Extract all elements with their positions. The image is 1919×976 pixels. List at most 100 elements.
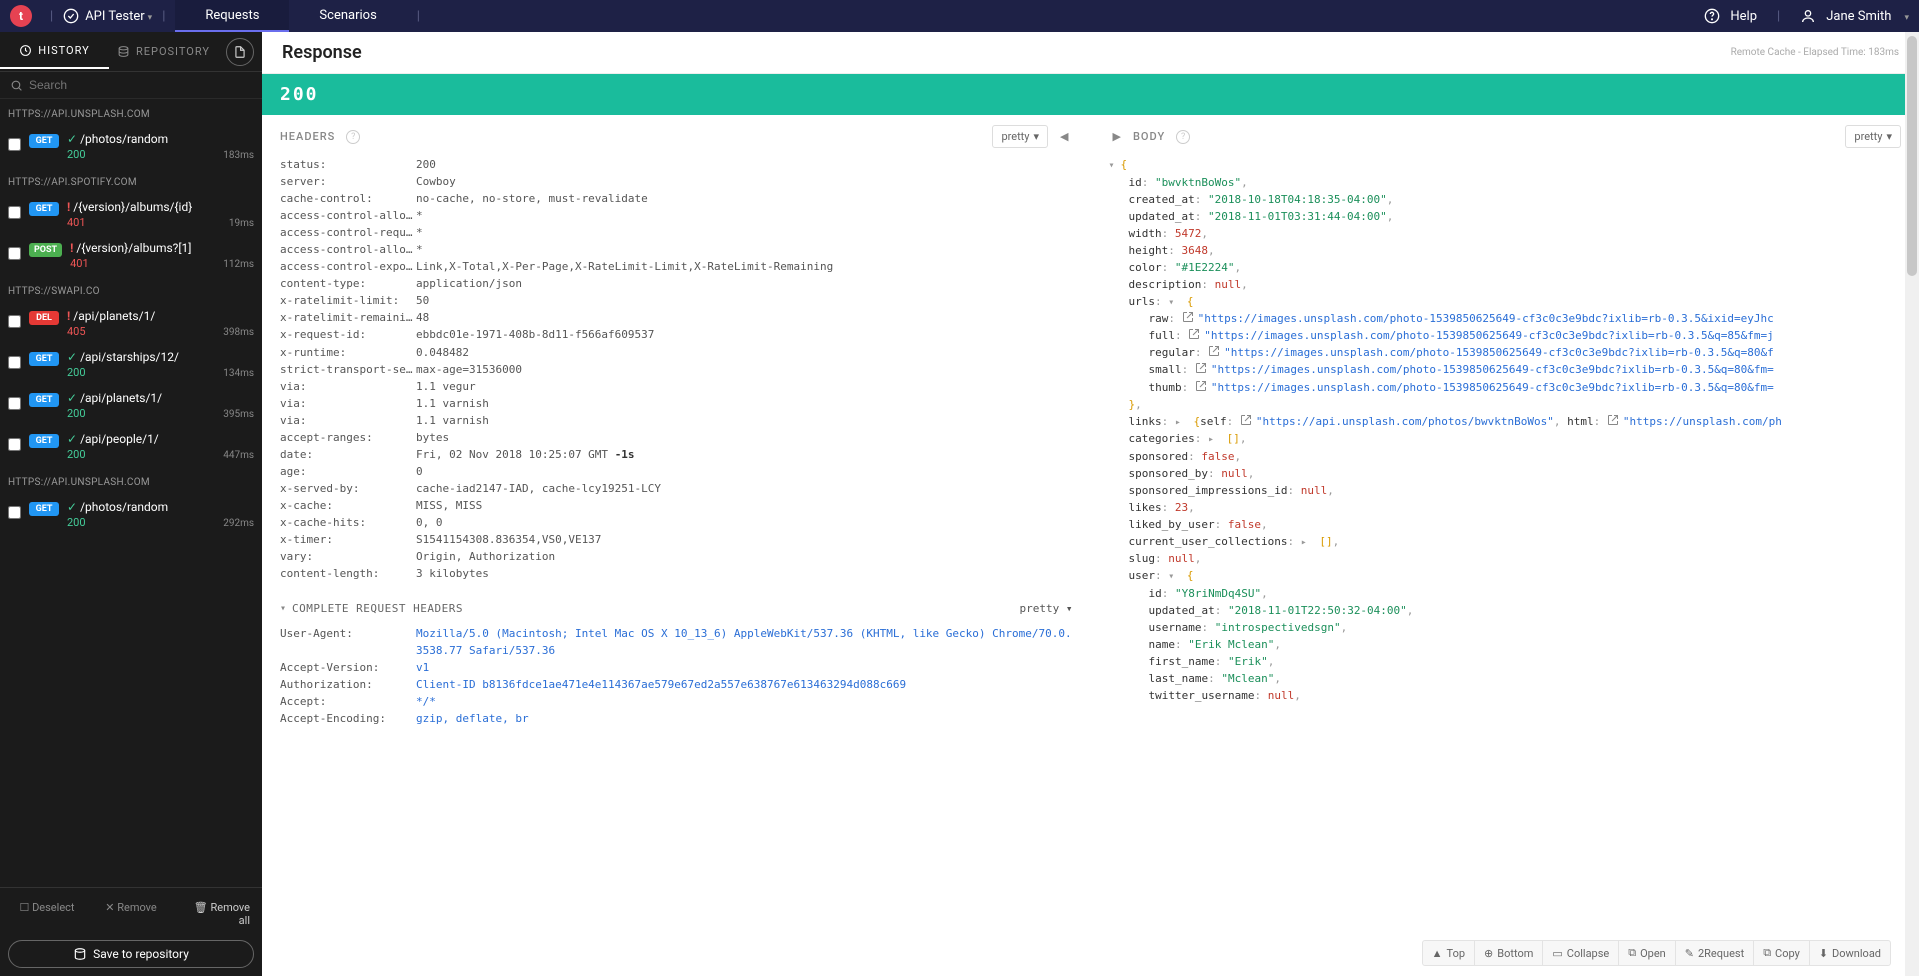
search-icon [10, 79, 23, 92]
external-link-icon[interactable] [1195, 362, 1207, 374]
history-time: 398ms [223, 327, 254, 338]
app-name[interactable]: API Tester [85, 9, 144, 24]
header-row: server:Cowboy [280, 173, 1073, 190]
history-group-title: HTTPS://API.UNSPLASH.COM [0, 99, 262, 126]
collapse-left-arrow[interactable]: ◀ [1056, 130, 1072, 143]
history-time: 292ms [223, 518, 254, 529]
history-path: ✓/api/people/1/ [67, 432, 254, 446]
header-row: accept-ranges:bytes [280, 429, 1073, 446]
save-to-repository-button[interactable]: Save to repository [8, 940, 254, 968]
history-item-checkbox[interactable] [8, 206, 21, 219]
method-badge: GET [29, 352, 59, 366]
history-time: 395ms [223, 409, 254, 420]
sidebar-tab-repository[interactable]: REPOSITORY [109, 35, 218, 68]
help-icon[interactable] [1704, 8, 1720, 24]
body-panel: ▶ BODY ? pretty ▾ ▾{ id: "bwvktnBoWos", … [1091, 115, 1919, 976]
external-link-icon[interactable] [1240, 414, 1252, 426]
open-button[interactable]: ⧉ Open [1619, 941, 1676, 965]
history-item[interactable]: GET ✓/photos/random 200 183ms [0, 126, 262, 167]
help-icon[interactable]: ? [1176, 130, 1190, 144]
history-item-checkbox[interactable] [8, 397, 21, 410]
search-input[interactable] [29, 78, 252, 92]
deselect-button[interactable]: ☐ Deselect [8, 896, 86, 932]
json-viewer[interactable]: ▾{ id: "bwvktnBoWos", created_at: "2018-… [1091, 156, 1919, 976]
header-row: via:1.1 vegur [280, 378, 1073, 395]
history-time: 134ms [223, 368, 254, 379]
history-path: !/api/planets/1/ [67, 309, 254, 323]
sidebar-tab-history[interactable]: HISTORY [0, 34, 109, 69]
scrollbar[interactable] [1905, 32, 1919, 976]
caret-down-icon[interactable]: ▾ [280, 601, 286, 617]
external-link-icon[interactable] [1607, 414, 1619, 426]
method-badge: GET [29, 202, 59, 216]
history-time: 447ms [223, 450, 254, 461]
external-link-icon[interactable] [1188, 328, 1200, 340]
collapse-right-arrow[interactable]: ▶ [1109, 130, 1125, 143]
header-row: cache-control:no-cache, no-store, must-r… [280, 190, 1073, 207]
search-bar[interactable] [0, 72, 262, 99]
history-item[interactable]: GET ✓/photos/random 200 292ms [0, 494, 262, 535]
history-item-checkbox[interactable] [8, 356, 21, 369]
history-item[interactable]: GET !/{version}/albums/{id} 401 19ms [0, 194, 262, 235]
header-row: status:200 [280, 156, 1073, 173]
content-area: Response Remote Cache - Elapsed Time: 18… [262, 32, 1919, 976]
history-item-checkbox[interactable] [8, 438, 21, 451]
header-row: x-cache-hits:0, 0 [280, 514, 1073, 531]
header-row: x-ratelimit-remaining:48 [280, 309, 1073, 326]
copy-button[interactable]: ⧉ Copy [1754, 941, 1810, 965]
tab-requests[interactable]: Requests [175, 0, 289, 32]
remove-button[interactable]: ✕ Remove [92, 896, 170, 932]
request-header-row: Accept:*/* [280, 693, 1073, 710]
history-list: HTTPS://API.UNSPLASH.COM GET ✓/photos/ra… [0, 99, 262, 887]
body-toolbar: ▲ Top ⊕ Bottom ▭ Collapse ⧉ Open ✎ 2Requ… [1422, 940, 1891, 966]
header-row: age:0 [280, 463, 1073, 480]
history-item[interactable]: GET ✓/api/people/1/ 200 447ms [0, 426, 262, 467]
headers-pretty-toggle[interactable]: pretty ▾ [992, 125, 1048, 148]
history-path: ✓/api/starships/12/ [67, 350, 254, 364]
history-item-checkbox[interactable] [8, 138, 21, 151]
history-time: 112ms [223, 259, 254, 270]
external-link-icon[interactable] [1195, 380, 1207, 392]
history-path: ✓/photos/random [67, 132, 254, 146]
header-row: access-control-expose-…Link,X-Total,X-Pe… [280, 258, 1073, 275]
history-item-checkbox[interactable] [8, 506, 21, 519]
external-link-icon[interactable] [1182, 311, 1194, 323]
download-button[interactable]: ⬇ Download [1810, 941, 1890, 965]
response-title: Response [282, 42, 362, 63]
sidebar: HISTORY REPOSITORY HTTPS://API.UNSPLASH.… [0, 32, 262, 976]
history-time: 19ms [229, 218, 254, 229]
collapse-button[interactable]: ▭ Collapse [1543, 941, 1619, 965]
tab-scenarios[interactable]: Scenarios [289, 0, 406, 32]
header-row: access-control-allow-h…* [280, 241, 1073, 258]
app-logo[interactable]: t [10, 5, 32, 27]
header-row: x-cache:MISS, MISS [280, 497, 1073, 514]
external-link-icon[interactable] [1208, 345, 1220, 357]
request-headers-pretty-toggle[interactable]: pretty ▾ [1020, 600, 1073, 617]
response-meta: Remote Cache - Elapsed Time: 183ms [1731, 47, 1899, 58]
history-item[interactable]: GET ✓/api/planets/1/ 200 395ms [0, 385, 262, 426]
remove-all-button[interactable]: 🗑 Remove all [176, 896, 254, 932]
history-path: ✓/api/planets/1/ [67, 391, 254, 405]
to-request-button[interactable]: ✎ 2Request [1676, 941, 1754, 965]
top-bar: t | API Tester | Requests Scenarios | He… [0, 0, 1919, 32]
method-badge: GET [29, 134, 59, 148]
method-badge: GET [29, 393, 59, 407]
body-pretty-toggle[interactable]: pretty ▾ [1845, 125, 1901, 148]
help-link[interactable]: Help [1730, 9, 1757, 24]
top-button[interactable]: ▲ Top [1423, 941, 1475, 965]
header-row: date:Fri, 02 Nov 2018 10:25:07 GMT -1s [280, 446, 1073, 463]
bottom-button[interactable]: ⊕ Bottom [1475, 941, 1543, 965]
help-icon[interactable]: ? [346, 130, 360, 144]
new-draft-button[interactable] [226, 38, 254, 66]
header-row: via:1.1 varnish [280, 412, 1073, 429]
history-group-title: HTTPS://SWAPI.CO [0, 276, 262, 303]
history-item[interactable]: POST !/{version}/albums?[1] 401 112ms [0, 235, 262, 276]
request-header-row: Accept-Encoding:gzip, deflate, br [280, 710, 1073, 727]
header-row: content-type:application/json [280, 275, 1073, 292]
history-item-checkbox[interactable] [8, 315, 21, 328]
history-item-checkbox[interactable] [8, 247, 21, 260]
user-name[interactable]: Jane Smith [1826, 9, 1891, 24]
history-item[interactable]: DEL !/api/planets/1/ 405 398ms [0, 303, 262, 344]
history-item[interactable]: GET ✓/api/starships/12/ 200 134ms [0, 344, 262, 385]
header-row: access-control-request…* [280, 224, 1073, 241]
